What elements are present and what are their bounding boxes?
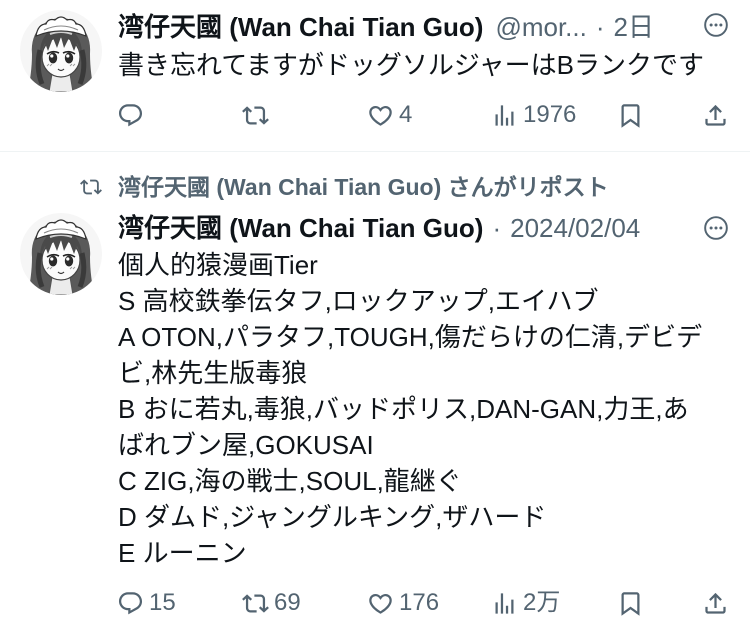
more-options-button[interactable] <box>703 12 729 38</box>
views-count: 2万 <box>523 589 561 616</box>
repost-label[interactable]: 湾仔天國 (Wan Chai Tian Guo) さんがリポスト <box>118 170 609 204</box>
tweet-text: 書き忘れてますがドッグソルジャーはBランクです <box>118 47 743 83</box>
tweet-text-line: E ルーニン <box>118 538 247 568</box>
tweet-text-line: 書き忘れてますがドッグソルジャーはBランクです <box>118 50 704 80</box>
repost-context: 湾仔天國 (Wan Chai Tian Guo) さんがリポスト <box>0 170 750 204</box>
tweet-text-line: ばれブン屋,GOKUSAI <box>118 430 374 460</box>
tweet-text-line: ビ,林先生版毒狼 <box>118 358 308 388</box>
separator-dot: · <box>492 213 502 243</box>
bookmark-button[interactable] <box>617 100 644 130</box>
bookmark-icon <box>621 103 640 128</box>
views-bar-chart-icon <box>495 104 514 126</box>
author-handle[interactable]: @mor... <box>495 12 586 42</box>
author-name[interactable]: 湾仔天國 (Wan Chai Tian Guo) <box>118 213 483 243</box>
tweet-text-line: S 高校鉄拳伝タフ,ロックアップ,エイハブ <box>118 286 599 316</box>
tweet-header: 湾仔天國 (Wan Chai Tian Guo) · 2024/02/04 <box>118 210 640 246</box>
tweet-text-line: D ダムド,ジャングルキング,ザハード <box>118 502 547 532</box>
reply-button[interactable]: 15 <box>117 588 176 618</box>
tweet[interactable]: 湾仔天國 (Wan Chai Tian Guo) @mor... · 2日 書き忘れて… <box>0 0 750 151</box>
share-button[interactable] <box>702 588 729 618</box>
tweet-text-line: 個人的猿漫画Tier <box>118 250 318 280</box>
reply-icon <box>118 103 143 126</box>
more-options-icon <box>704 216 728 240</box>
bookmark-icon <box>621 591 640 616</box>
views-count: 1976 <box>523 101 577 128</box>
share-button[interactable] <box>702 100 729 130</box>
avatar[interactable] <box>20 10 102 92</box>
tweet-timestamp[interactable]: 2024/02/04 <box>510 213 640 243</box>
share-icon <box>705 104 726 126</box>
share-icon <box>705 592 726 614</box>
views-bar-chart-icon <box>495 592 514 614</box>
like-count: 176 <box>399 589 440 616</box>
action-bar: 15 69 176 2万 <box>0 588 750 618</box>
tweet-text-line: A OTON,パラタフ,TOUGH,傷だらけの仁清,デビデ <box>118 322 703 352</box>
tweet-timestamp[interactable]: 2日 <box>614 12 654 42</box>
repost-icon <box>242 105 269 125</box>
reply-button[interactable] <box>117 100 144 130</box>
tweet[interactable]: 湾仔天國 (Wan Chai Tian Guo) さんがリポスト 湾仔天國 (W… <box>0 152 750 637</box>
reply-count: 15 <box>149 589 176 616</box>
anime-girl-avatar-icon <box>20 10 102 92</box>
tweet-text: 個人的猿漫画Tier S 高校鉄拳伝タフ,ロックアップ,エイハブ A OTON,… <box>118 247 743 571</box>
reply-icon <box>118 591 143 614</box>
action-bar: 4 1976 <box>0 100 750 130</box>
heart-icon <box>369 593 392 614</box>
separator-dot: · <box>595 12 605 42</box>
more-options-button[interactable] <box>703 215 729 241</box>
repost-button[interactable]: 69 <box>242 588 301 618</box>
tweet-text-line: C ZIG,海の戦士,SOUL,龍継ぐ <box>118 466 462 496</box>
like-button[interactable]: 4 <box>367 100 412 130</box>
repost-icon <box>80 179 102 195</box>
repost-count: 69 <box>274 589 301 616</box>
tweet-header: 湾仔天國 (Wan Chai Tian Guo) @mor... · 2日 <box>118 9 654 45</box>
views-button[interactable]: 2万 <box>491 588 560 618</box>
views-button[interactable]: 1976 <box>491 100 576 130</box>
repost-button[interactable] <box>242 100 269 130</box>
repost-icon <box>242 593 269 613</box>
avatar[interactable] <box>20 213 102 295</box>
like-count: 4 <box>399 101 413 128</box>
anime-girl-avatar-icon <box>20 213 102 295</box>
more-options-icon <box>704 13 728 37</box>
bookmark-button[interactable] <box>617 588 644 618</box>
like-button[interactable]: 176 <box>367 588 439 618</box>
author-name[interactable]: 湾仔天國 (Wan Chai Tian Guo) <box>118 12 483 42</box>
heart-icon <box>369 105 392 126</box>
tweet-text-line: B おに若丸,毒狼,バッドポリス,DAN-GAN,力王,あ <box>118 394 689 424</box>
